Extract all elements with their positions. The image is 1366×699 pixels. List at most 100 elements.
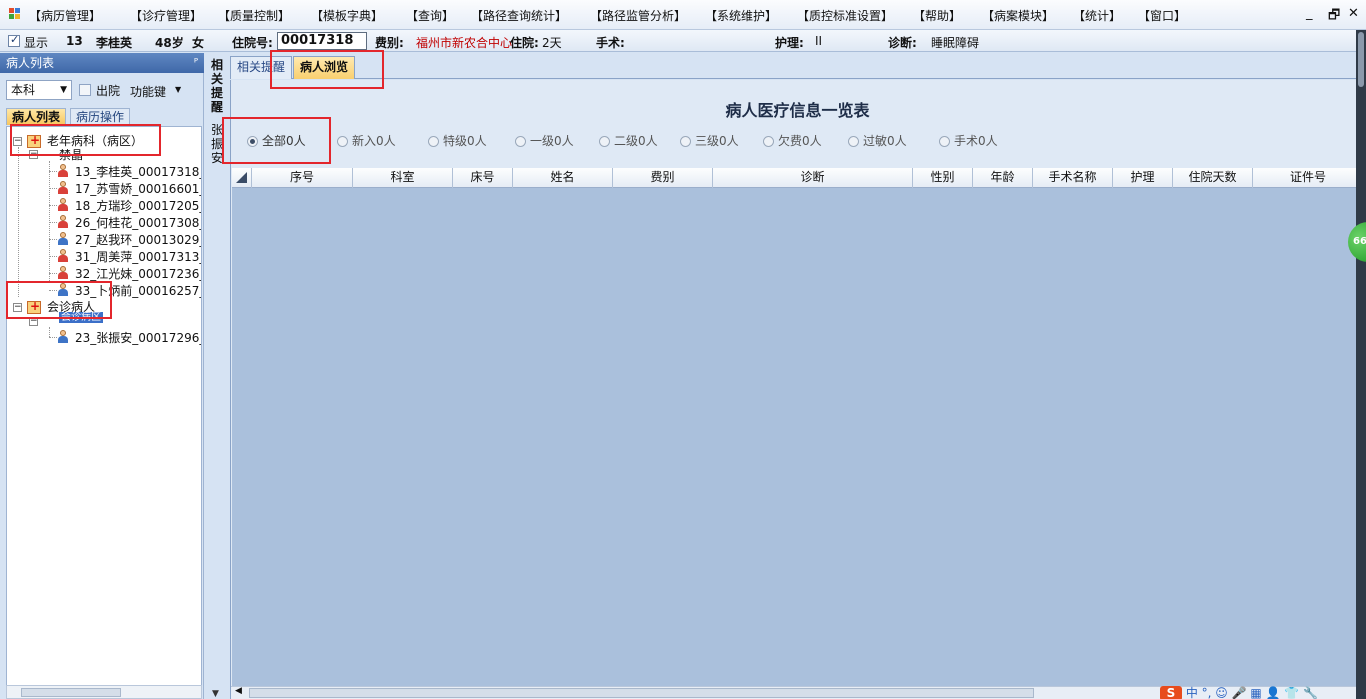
tree-patient-item[interactable]: 18_方瑞珍_00017205_00 — [75, 197, 201, 214]
scrollbar-thumb[interactable] — [1358, 32, 1364, 87]
tree-patient-item[interactable]: 32_江光妹_00017236_00 — [75, 265, 201, 282]
highlight-box — [222, 117, 331, 164]
column-header[interactable]: 性别 — [913, 168, 973, 188]
tree-patient-item[interactable]: 23_张振安_00017296_00 — [75, 329, 201, 346]
fee-label: 费别: — [375, 36, 404, 50]
pin-icon[interactable]: ᴾ — [194, 53, 198, 73]
column-header[interactable]: 床号 — [453, 168, 513, 188]
grid-corner-icon[interactable] — [232, 168, 252, 188]
menu-path-supervision[interactable]: 【路径监管分析】 — [590, 7, 686, 24]
filter-arrears-label: 欠费0人 — [778, 134, 822, 148]
tree-patient-item[interactable]: 13_李桂英_00017318_00 — [75, 163, 201, 180]
diagnosis-label: 诊断: — [888, 36, 917, 50]
column-header[interactable]: 姓名 — [513, 168, 613, 188]
ime-toolbar[interactable]: S 中 °, ☺ 🎤 ▦ 👤 👕 🔧 — [1160, 684, 1356, 699]
column-header[interactable]: 护理 — [1113, 168, 1173, 188]
chevron-left-icon[interactable]: ◀ — [235, 686, 242, 696]
patient-sex: 女 — [192, 36, 205, 50]
highlight-box — [270, 50, 384, 89]
filter-allergy-radio[interactable]: 过敏0人 — [848, 132, 907, 149]
column-header[interactable]: 手术名称 — [1033, 168, 1113, 188]
menu-path-query-stats[interactable]: 【路径查询统计】 — [471, 7, 567, 24]
patient-info-bar: 显示 13 李桂英 48岁 女 住院号: 00017318 费别: 福州市新农合… — [0, 30, 1356, 52]
column-header[interactable]: 费别 — [613, 168, 713, 188]
filter-allergy-label: 过敏0人 — [863, 134, 907, 148]
filter-new-radio[interactable]: 新入0人 — [337, 132, 396, 149]
patient-name: 李桂英 — [96, 36, 133, 50]
ime-status: 中 °, ☺ 🎤 ▦ 👤 👕 🔧 — [1185, 686, 1318, 699]
column-header[interactable]: 年龄 — [973, 168, 1033, 188]
tab-record-operation[interactable]: 病历操作 — [70, 108, 131, 125]
surgery-label: 手术: — [596, 36, 625, 50]
menu-system-maintenance[interactable]: 【系统维护】 — [705, 7, 777, 24]
filter-level2-radio[interactable]: 二级0人 — [599, 132, 658, 149]
tree-patient-item[interactable]: 17_苏雪娇_00016601_00 — [75, 180, 201, 197]
menu-bar: 【病历管理】 【诊疗管理】 【质量控制】 【模板字典】 【查询】 【路径查询统计… — [0, 0, 1366, 30]
chevron-down-icon: ▼ — [60, 85, 67, 95]
filter-arrears-radio[interactable]: 欠费0人 — [763, 132, 822, 149]
female-patient-icon — [57, 215, 69, 228]
minimize-icon[interactable]: _ — [1306, 6, 1313, 21]
nursing-label: 护理: — [775, 36, 804, 50]
menu-qc-standard-settings[interactable]: 【质控标准设置】 — [797, 7, 893, 24]
menu-treatment-management[interactable]: 【诊疗管理】 — [130, 7, 202, 24]
window-vertical-scrollbar[interactable] — [1356, 30, 1366, 699]
tree-patient-item[interactable]: 31_周美萍_00017313_00 — [75, 248, 201, 265]
filter-level3-radio[interactable]: 三级0人 — [680, 132, 739, 149]
tree-horizontal-scrollbar[interactable] — [6, 685, 202, 699]
close-icon[interactable]: ✕ — [1348, 6, 1359, 21]
menu-window[interactable]: 【窗口】 — [1138, 7, 1186, 24]
female-patient-icon — [57, 249, 69, 262]
tab-patient-list[interactable]: 病人列表 — [6, 108, 67, 125]
filter-special-radio[interactable]: 特级0人 — [428, 132, 487, 149]
male-patient-icon — [57, 232, 69, 245]
column-header[interactable]: 科室 — [353, 168, 453, 188]
patient-browse-content: 病人医疗信息一览表 全部0人 新入0人 特级0人 一级0人 二级0人 三级0人 … — [230, 80, 1363, 699]
column-header[interactable]: 证件号 — [1253, 168, 1363, 188]
patient-list-header: 病人列表 ᴾ — [0, 53, 204, 73]
discharged-checkbox[interactable] — [79, 84, 91, 96]
menu-record-management[interactable]: 【病历管理】 — [29, 7, 101, 24]
filter-level1-radio[interactable]: 一级0人 — [515, 132, 574, 149]
grid-header: 序号 科室 床号 姓名 费别 诊断 性别 年龄 手术名称 护理 住院天数 证件号 — [232, 168, 1363, 188]
scrollbar-thumb[interactable] — [21, 688, 121, 697]
main-tab-strip: 相关提醒 病人浏览 — [230, 53, 1356, 79]
tree-patient-item[interactable]: 27_赵我环_00013029_00 — [75, 231, 201, 248]
column-header[interactable]: 序号 — [252, 168, 353, 188]
filter-surgery-label: 手术0人 — [954, 134, 998, 148]
function-key-button[interactable]: 功能键 — [130, 83, 166, 100]
filter-surgery-radio[interactable]: 手术0人 — [939, 132, 998, 149]
menu-quality-control[interactable]: 【质量控制】 — [218, 7, 290, 24]
patient-age: 48岁 — [155, 36, 184, 50]
female-patient-icon — [57, 198, 69, 211]
filter-level1-label: 一级0人 — [530, 134, 574, 148]
sogou-icon[interactable]: S — [1160, 686, 1182, 699]
menu-case-module[interactable]: 【病案模块】 — [982, 7, 1054, 24]
tree-patient-item[interactable]: 26_何桂花_00017308_00 — [75, 214, 201, 231]
menu-help[interactable]: 【帮助】 — [913, 7, 961, 24]
fee-value: 福州市新农合中心 — [416, 36, 513, 50]
stay-label: 住院: — [510, 36, 539, 50]
show-checkbox[interactable] — [8, 33, 20, 47]
scrollbar-thumb[interactable] — [249, 688, 1034, 698]
column-header[interactable]: 住院天数 — [1173, 168, 1253, 188]
chevron-down-icon[interactable]: ▼ — [212, 689, 219, 699]
patient-list-title: 病人列表 — [6, 56, 55, 70]
column-header[interactable]: 诊断 — [713, 168, 913, 188]
inpatient-no-label: 住院号: — [232, 36, 273, 50]
female-patient-icon — [57, 181, 69, 194]
chevron-down-icon: ▼ — [175, 85, 182, 94]
patient-tree: − 老年病科（病区） − 禁晶 13_李桂英_00017318_00 17_苏雪… — [6, 126, 202, 686]
side-tab-reminder[interactable]: 相关提醒 — [210, 58, 224, 114]
diagnosis-value: 睡眠障碍 — [931, 36, 980, 50]
menu-statistics[interactable]: 【统计】 — [1073, 7, 1121, 24]
menu-query[interactable]: 【查询】 — [406, 7, 454, 24]
female-patient-icon — [57, 164, 69, 177]
department-select[interactable]: 本科 ▼ — [6, 80, 72, 100]
nursing-value: II — [815, 34, 823, 48]
filter-new-label: 新入0人 — [352, 134, 396, 148]
filter-special-label: 特级0人 — [443, 134, 487, 148]
filter-level2-label: 二级0人 — [614, 134, 658, 148]
restore-icon[interactable]: 🗗 — [1328, 6, 1340, 28]
menu-template-dictionary[interactable]: 【模板字典】 — [311, 7, 383, 24]
